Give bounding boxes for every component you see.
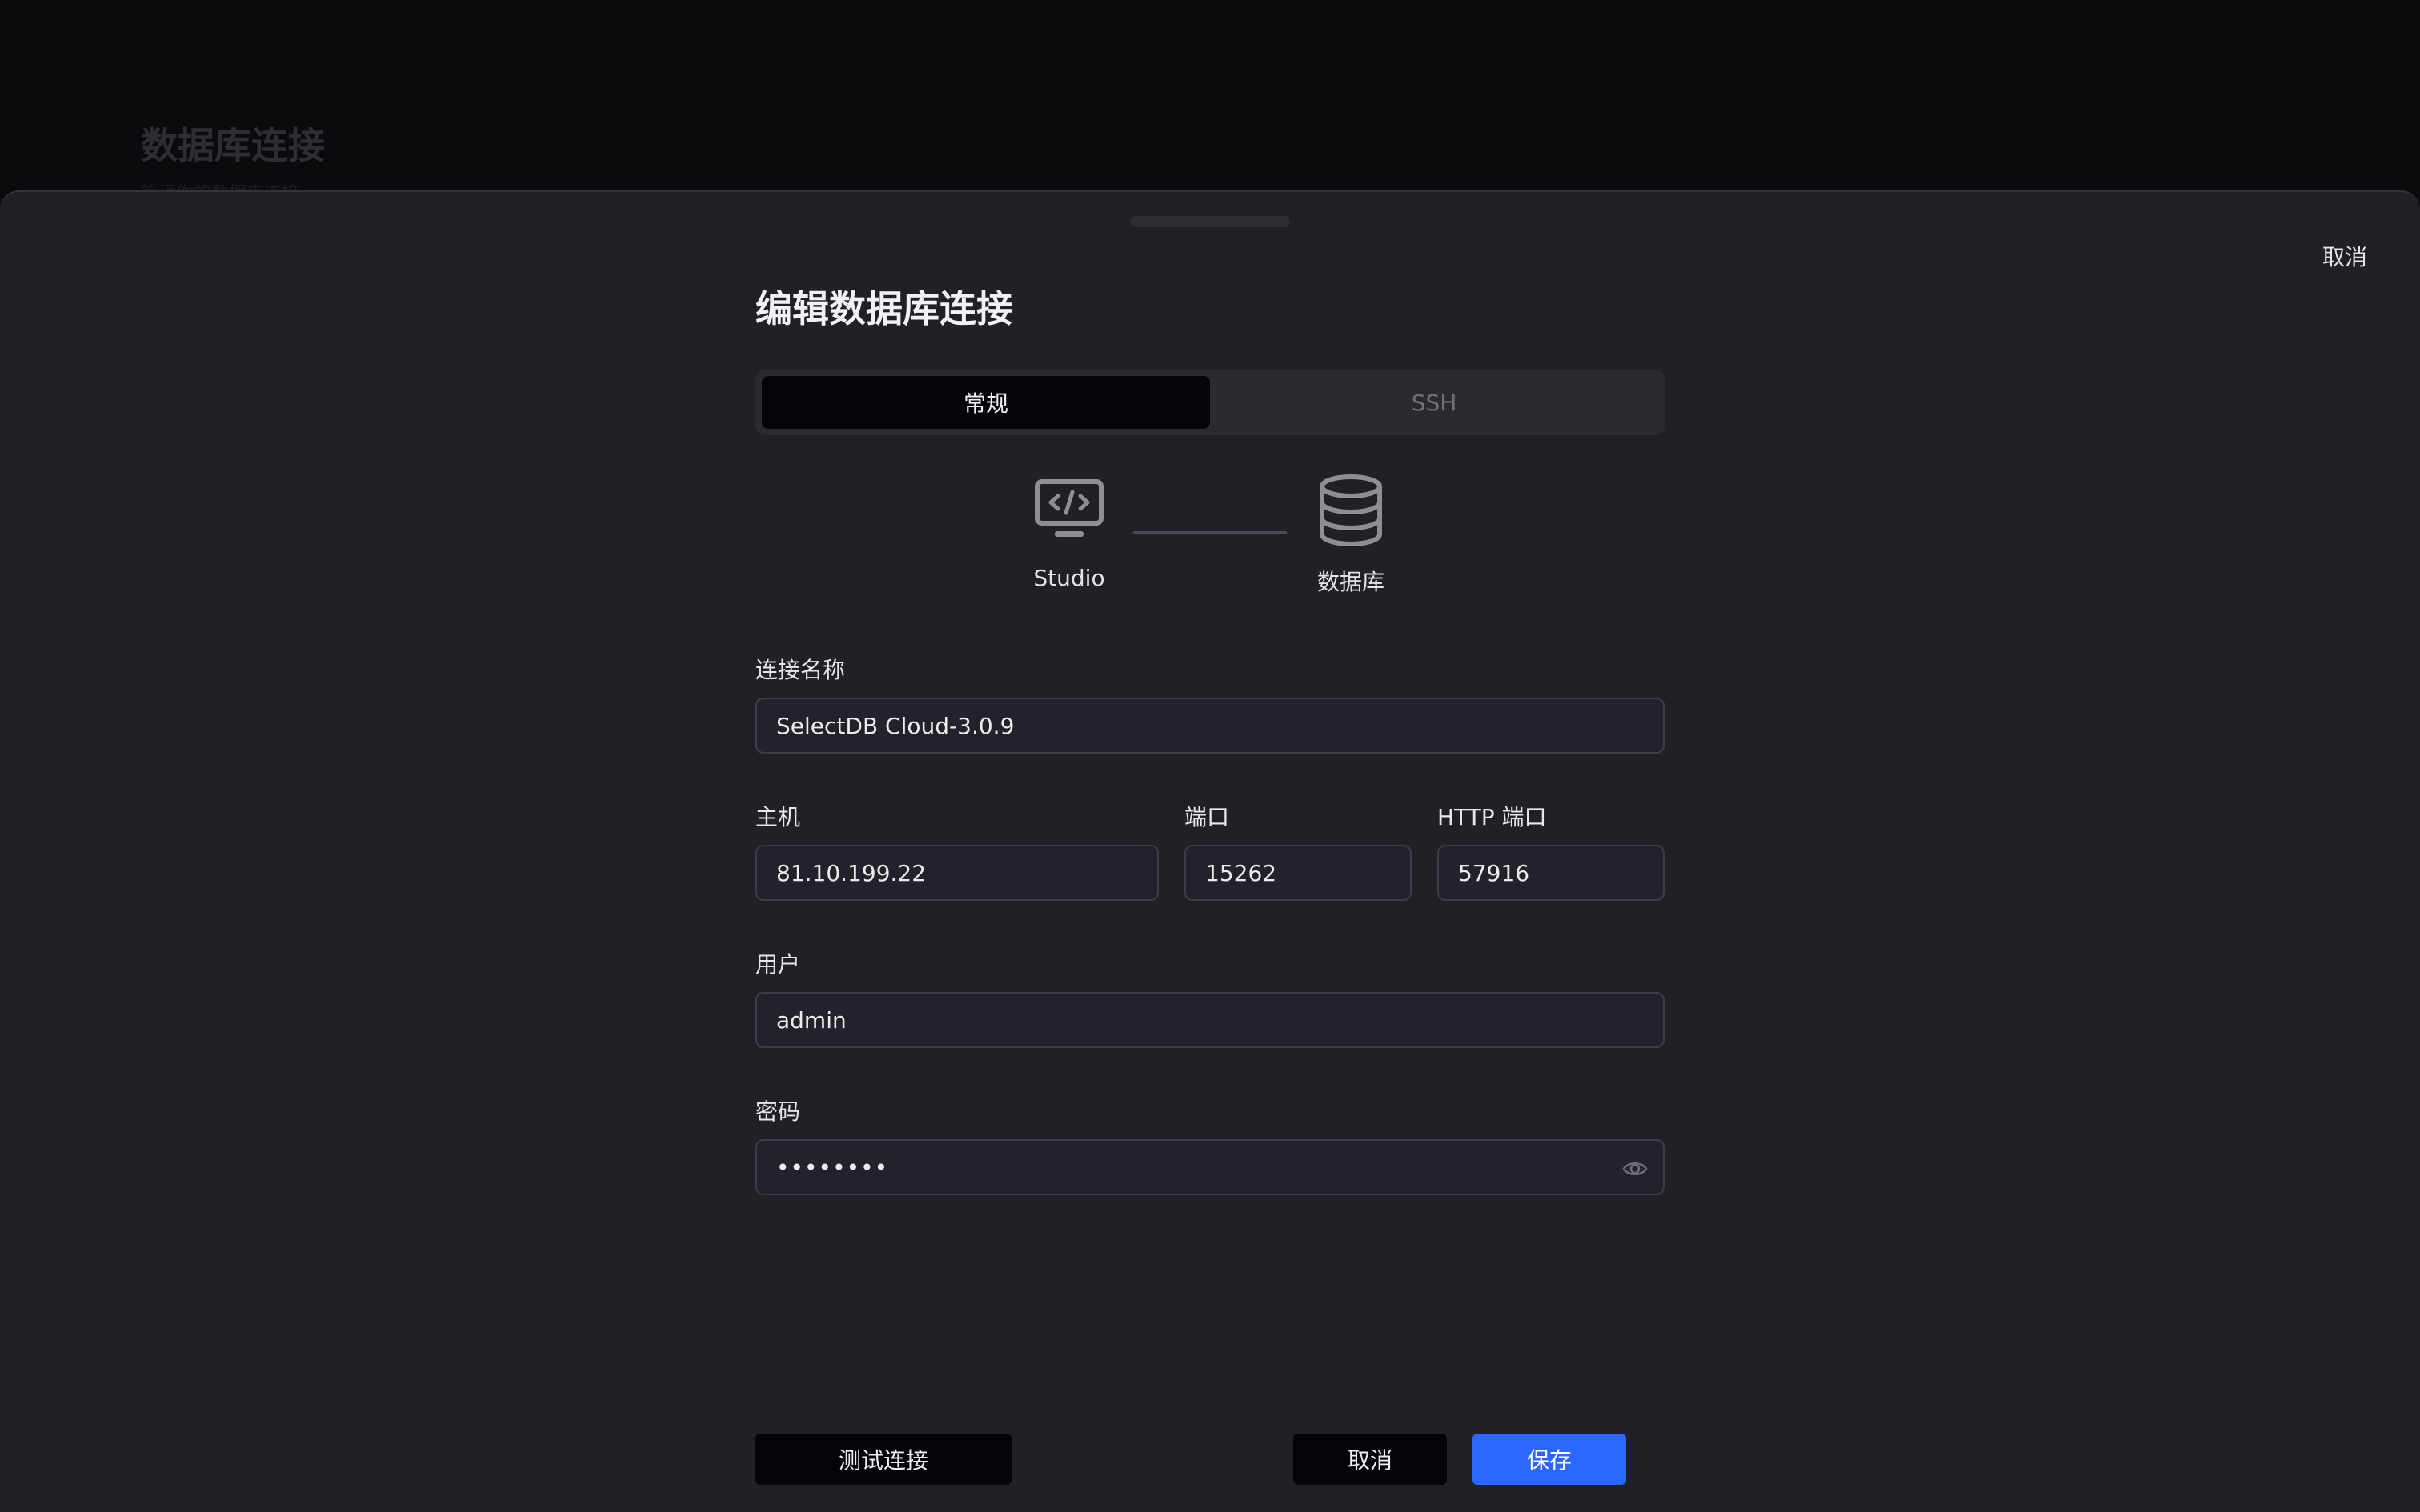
http-port-input[interactable]: 57916	[1437, 845, 1665, 901]
monitor-code-icon	[1034, 478, 1104, 546]
http-port-value: 57916	[1458, 859, 1530, 886]
password-value: ••••••••	[776, 1154, 889, 1181]
host-label: 主机	[755, 804, 801, 830]
diagram-database-label: 数据库	[1316, 569, 1384, 595]
http-port-label: HTTP 端口	[1437, 804, 1547, 830]
tab-segment-control: 常规 SSH	[755, 370, 1665, 435]
host-input[interactable]: 81.10.199.22	[755, 845, 1159, 901]
cancel-button[interactable]: 取消	[1293, 1434, 1447, 1485]
connection-name-input[interactable]: SelectDB Cloud-3.0.9	[755, 698, 1665, 754]
port-label: 端口	[1184, 804, 1230, 830]
user-input[interactable]: admin	[755, 992, 1665, 1048]
form-title: 编辑数据库连接	[755, 287, 1013, 330]
diagram-connector-line	[1133, 531, 1287, 534]
eye-icon[interactable]	[1621, 1155, 1649, 1182]
background-page-title: 数据库连接	[141, 124, 325, 167]
user-value: admin	[776, 1006, 847, 1034]
sheet-drag-handle[interactable]	[1130, 216, 1290, 227]
port-input[interactable]: 15262	[1184, 845, 1412, 901]
database-icon	[1317, 474, 1384, 550]
test-connection-button[interactable]: 测试连接	[755, 1434, 1012, 1485]
connection-name-label: 连接名称	[755, 657, 846, 683]
port-value: 15262	[1205, 859, 1277, 886]
diagram-studio-label: Studio	[1033, 565, 1105, 591]
connection-name-value: SelectDB Cloud-3.0.9	[776, 712, 1015, 739]
tab-general[interactable]: 常规	[762, 376, 1210, 429]
sheet-cancel-button[interactable]: 取消	[2322, 240, 2367, 272]
password-input[interactable]: ••••••••	[755, 1139, 1665, 1195]
password-label: 密码	[755, 1098, 801, 1125]
tab-ssh[interactable]: SSH	[1210, 376, 1658, 429]
save-button[interactable]: 保存	[1472, 1434, 1626, 1485]
user-label: 用户	[755, 951, 801, 978]
host-value: 81.10.199.22	[776, 859, 927, 886]
